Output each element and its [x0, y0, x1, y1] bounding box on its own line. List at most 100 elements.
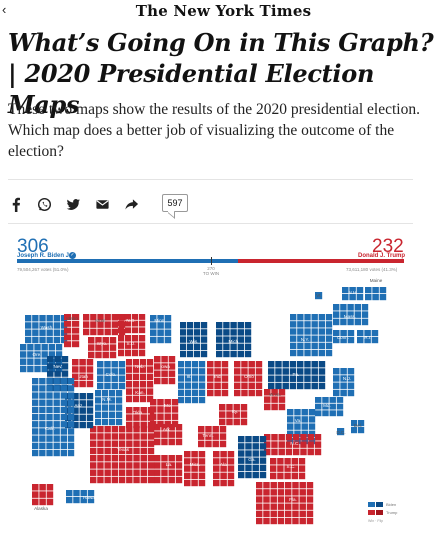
elector-tile [178, 382, 185, 389]
elector-tile [301, 409, 308, 416]
elector-tile [268, 361, 275, 368]
elector-tile [180, 336, 187, 343]
elector-tile [216, 350, 223, 358]
elector-tile [67, 406, 75, 414]
elector-tile [116, 397, 123, 404]
elector-tile [39, 484, 46, 491]
elector-tile [126, 373, 133, 381]
elector-tile [185, 361, 192, 368]
elector-tile [221, 382, 229, 389]
elector-tile [46, 484, 54, 491]
elector-tile [139, 342, 146, 349]
elector-tile [79, 380, 86, 388]
elector-tile [53, 435, 60, 442]
elector-tile [285, 510, 292, 518]
elector-tile [20, 351, 27, 358]
electoral-tile-map: Wash. Ore. Idaho Mont. N.D. Minn. Wyo. S.D. Nev.… [20, 278, 398, 525]
state-label: Ind. [214, 374, 222, 379]
elector-tile [20, 358, 27, 365]
elector-tile [109, 390, 116, 397]
elector-tile [314, 434, 322, 441]
elector-tile [219, 426, 227, 433]
elector-tile [154, 438, 161, 446]
elector-tile [263, 510, 270, 518]
elector-tile [147, 462, 155, 469]
elector-tile [270, 465, 277, 472]
elector-tile [147, 440, 155, 447]
elector-tile [118, 368, 126, 375]
elector-tile [126, 433, 133, 440]
elector-tile [86, 407, 94, 414]
elector-tile [270, 517, 277, 525]
state-label: Ore. [33, 352, 42, 357]
elector-tile [284, 472, 291, 480]
elector-tile [227, 465, 235, 472]
elector-tile [86, 380, 94, 388]
elector-tile [164, 420, 171, 428]
elector-tile [245, 450, 252, 457]
state-label: Ark. [163, 427, 171, 432]
elector-tile [285, 517, 292, 525]
elector-tile [67, 399, 75, 406]
state-label: N.H. [348, 290, 357, 295]
elector-tile [277, 496, 285, 503]
elector-tile [90, 455, 97, 462]
elector-tile [357, 330, 364, 337]
elector-tile [175, 462, 183, 469]
elector-tile [147, 469, 155, 476]
elector-tile [333, 368, 340, 375]
elector-tile [111, 455, 119, 462]
elector-tile [60, 442, 68, 450]
elector-tile [32, 421, 39, 428]
elector-tile [133, 433, 140, 440]
state-label: Tenn. [202, 433, 213, 438]
elector-tile [140, 414, 147, 421]
elector-tile [263, 489, 270, 496]
elector-tile [125, 349, 132, 357]
elector-tile [187, 343, 194, 350]
elector-tile [270, 510, 277, 518]
elector-tile [64, 334, 72, 341]
elector-tile [333, 311, 340, 318]
elector-tile [54, 370, 61, 377]
elector-tile [168, 469, 175, 476]
elector-tile [318, 342, 326, 350]
elector-tile [111, 476, 119, 484]
state-label: D.C. [336, 430, 345, 435]
elector-tile [60, 449, 68, 457]
elector-tile [133, 476, 140, 484]
elector-tile [347, 318, 354, 326]
state-label: Ala. [220, 462, 228, 467]
elector-tile [268, 368, 275, 375]
elector-tile [290, 349, 297, 357]
elector-tile [184, 479, 191, 487]
elector-tile [118, 361, 126, 368]
legend-swatch [376, 510, 383, 515]
elector-tile [297, 314, 304, 321]
elector-tile [297, 349, 304, 357]
elector-tile [140, 381, 147, 388]
elector-tile [32, 336, 39, 344]
elector-tile [221, 368, 229, 375]
elector-tile [292, 517, 299, 525]
elector-tile [238, 464, 245, 472]
elector-tile [234, 389, 241, 397]
elector-tile [297, 361, 304, 368]
elector-tile [168, 377, 176, 385]
elector-tile [259, 450, 267, 457]
state-label: N.M. [102, 397, 112, 402]
elector-tile [297, 382, 304, 390]
elector-tile [53, 385, 60, 392]
elector-tile [126, 455, 133, 462]
elector-tile [304, 375, 311, 382]
state-label: Ohio [244, 374, 254, 379]
elector-tile [118, 462, 126, 469]
elector-tile [32, 491, 39, 498]
elector-tile [95, 418, 102, 426]
elector-tile [285, 503, 292, 510]
state-label: Maine [370, 278, 383, 283]
elector-tile [293, 448, 300, 456]
elector-tile [201, 336, 208, 343]
elector-tile [126, 469, 133, 476]
state-label: Idaho [66, 316, 78, 321]
